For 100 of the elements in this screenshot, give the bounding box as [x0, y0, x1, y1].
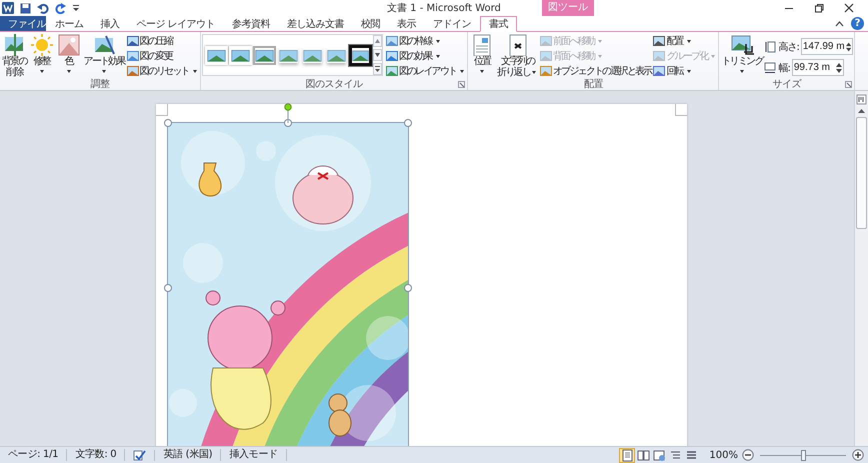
- reading-layout-icon: [636, 448, 650, 462]
- contextual-tab-label: 図ツール: [542, 0, 594, 16]
- web-layout-icon: [652, 448, 666, 462]
- ribbon-button[interactable]: 修整: [28, 34, 55, 76]
- resize-handle[interactable]: [164, 284, 172, 292]
- spinner-arrows-icon[interactable]: [836, 62, 842, 74]
- word-count[interactable]: 文字数: 0: [67, 449, 126, 461]
- proofing-check-icon[interactable]: [133, 450, 146, 460]
- group-label: サイズ: [772, 79, 801, 90]
- group-label: 図のスタイル: [306, 79, 363, 90]
- caret-icon: [711, 54, 716, 58]
- more-styles-icon[interactable]: [372, 63, 382, 75]
- ribbon-tab[interactable]: 参考資料: [224, 16, 278, 31]
- ribbon-button[interactable]: アート効果: [82, 34, 126, 76]
- ribbon-tab[interactable]: ページ レイアウト: [128, 16, 224, 31]
- caret-icon: [436, 40, 440, 42]
- print-layout-icon: [620, 448, 634, 462]
- picture-icon: [540, 35, 552, 47]
- ribbon-button[interactable]: 図のレイアウト: [386, 64, 466, 78]
- number-field[interactable]: 147.99 m: [800, 38, 853, 55]
- caret-icon: [66, 70, 71, 73]
- ribbon-button[interactable]: 図の圧縮: [126, 34, 199, 48]
- close-icon[interactable]: [844, 3, 854, 13]
- ribbon-tab[interactable]: 差し込み文書: [279, 16, 352, 31]
- ribbon-button[interactable]: 図のリセット: [126, 64, 199, 78]
- scroll-up-icon[interactable]: [856, 107, 867, 115]
- picture-style-thumbnail[interactable]: [252, 43, 276, 67]
- redo-icon[interactable]: [55, 2, 66, 14]
- customize-menu-icon[interactable]: [72, 4, 80, 12]
- crop-icon: [730, 34, 754, 56]
- collapse-ribbon-icon[interactable]: [835, 20, 844, 27]
- rotate-handle[interactable]: [284, 103, 292, 123]
- picture-style-thumbnail[interactable]: [348, 43, 372, 67]
- spinner-arrows-icon[interactable]: [846, 40, 851, 52]
- view-button[interactable]: [651, 448, 668, 462]
- page-count[interactable]: ページ: 1/1: [0, 449, 68, 461]
- outline-icon: [668, 448, 682, 462]
- language-indicator[interactable]: 英語 (米国): [155, 449, 222, 461]
- picture-icon: [386, 50, 398, 62]
- undo-icon[interactable]: [37, 2, 49, 14]
- picture-icon: [653, 65, 666, 77]
- caret-icon: [436, 54, 440, 58]
- caret-icon: [192, 70, 197, 72]
- zoom-in-icon[interactable]: [852, 449, 864, 461]
- caret-icon: [598, 54, 602, 58]
- ribbon-button[interactable]: 文字列の 折り返し: [496, 34, 540, 78]
- ribbon-tab[interactable]: ホーム: [47, 16, 92, 31]
- width-icon: [764, 62, 776, 74]
- ribbon-button[interactable]: 図の変更: [126, 49, 199, 63]
- zoom-out-icon[interactable]: [742, 449, 754, 461]
- dialog-launcher-icon[interactable]: [458, 81, 466, 88]
- ribbon-button[interactable]: 図の枠線: [386, 34, 466, 48]
- restore-icon[interactable]: [814, 3, 824, 13]
- slider-thumb[interactable]: [801, 450, 806, 460]
- ribbon-button[interactable]: トリミング: [720, 34, 764, 76]
- resize-handle[interactable]: [404, 284, 412, 292]
- ribbon-button[interactable]: 色: [56, 34, 82, 76]
- caret-icon: [40, 70, 44, 73]
- picture-icon: [653, 50, 666, 62]
- picture-icon: [126, 35, 139, 47]
- resize-handle[interactable]: [164, 119, 172, 127]
- picture-tint-icon: [56, 34, 81, 56]
- ribbon-tab[interactable]: 表示: [389, 16, 424, 31]
- caret-icon: [598, 40, 602, 42]
- ribbon-tab[interactable]: アドイン: [425, 16, 480, 31]
- scrollbar-thumb[interactable]: [856, 117, 867, 229]
- caret-icon: [686, 40, 691, 42]
- caret-icon: [686, 70, 691, 72]
- help-button[interactable]: ?: [851, 17, 864, 30]
- ruler-icon[interactable]: [856, 94, 867, 105]
- zoom-level[interactable]: 100%: [699, 450, 742, 460]
- ribbon-button[interactable]: 配置: [653, 34, 718, 48]
- save-icon[interactable]: [20, 2, 31, 14]
- resize-handle[interactable]: [404, 119, 412, 127]
- picture-icon: [540, 50, 552, 62]
- draft-icon: [684, 448, 698, 462]
- ribbon-button[interactable]: オブジェクトの選択と表示: [540, 64, 652, 78]
- scroll-down-icon[interactable]: [372, 49, 382, 61]
- ribbon-tab[interactable]: 校閲: [353, 16, 388, 31]
- scroll-up-icon[interactable]: [372, 35, 382, 47]
- picture-icon: [126, 50, 139, 62]
- ribbon-tab[interactable]: 書式: [480, 16, 518, 32]
- ribbon-button[interactable]: 位置: [469, 34, 496, 76]
- height-icon: [764, 40, 776, 52]
- caret-icon: [480, 70, 484, 73]
- ribbon-button[interactable]: 背景の 削除: [1, 34, 28, 78]
- picture-icon: [653, 35, 666, 47]
- input-mode-indicator[interactable]: 挿入モード: [221, 449, 287, 461]
- window-title: 文書 1 - Microsoft Word: [386, 2, 502, 15]
- ribbon-tab[interactable]: ファイル: [0, 16, 46, 31]
- group-label: 配置: [584, 79, 603, 90]
- ribbon-button[interactable]: 図の効果: [386, 49, 466, 63]
- group-label: 調整: [90, 79, 110, 90]
- number-field[interactable]: 99.73 m: [792, 59, 844, 76]
- ribbon-tab[interactable]: 挿入: [92, 16, 128, 31]
- caret-icon: [532, 71, 536, 74]
- ribbon-button[interactable]: 回転: [653, 64, 718, 78]
- view-button[interactable]: [635, 448, 652, 462]
- view-button[interactable]: [619, 448, 636, 462]
- dialog-launcher-icon[interactable]: [844, 81, 852, 88]
